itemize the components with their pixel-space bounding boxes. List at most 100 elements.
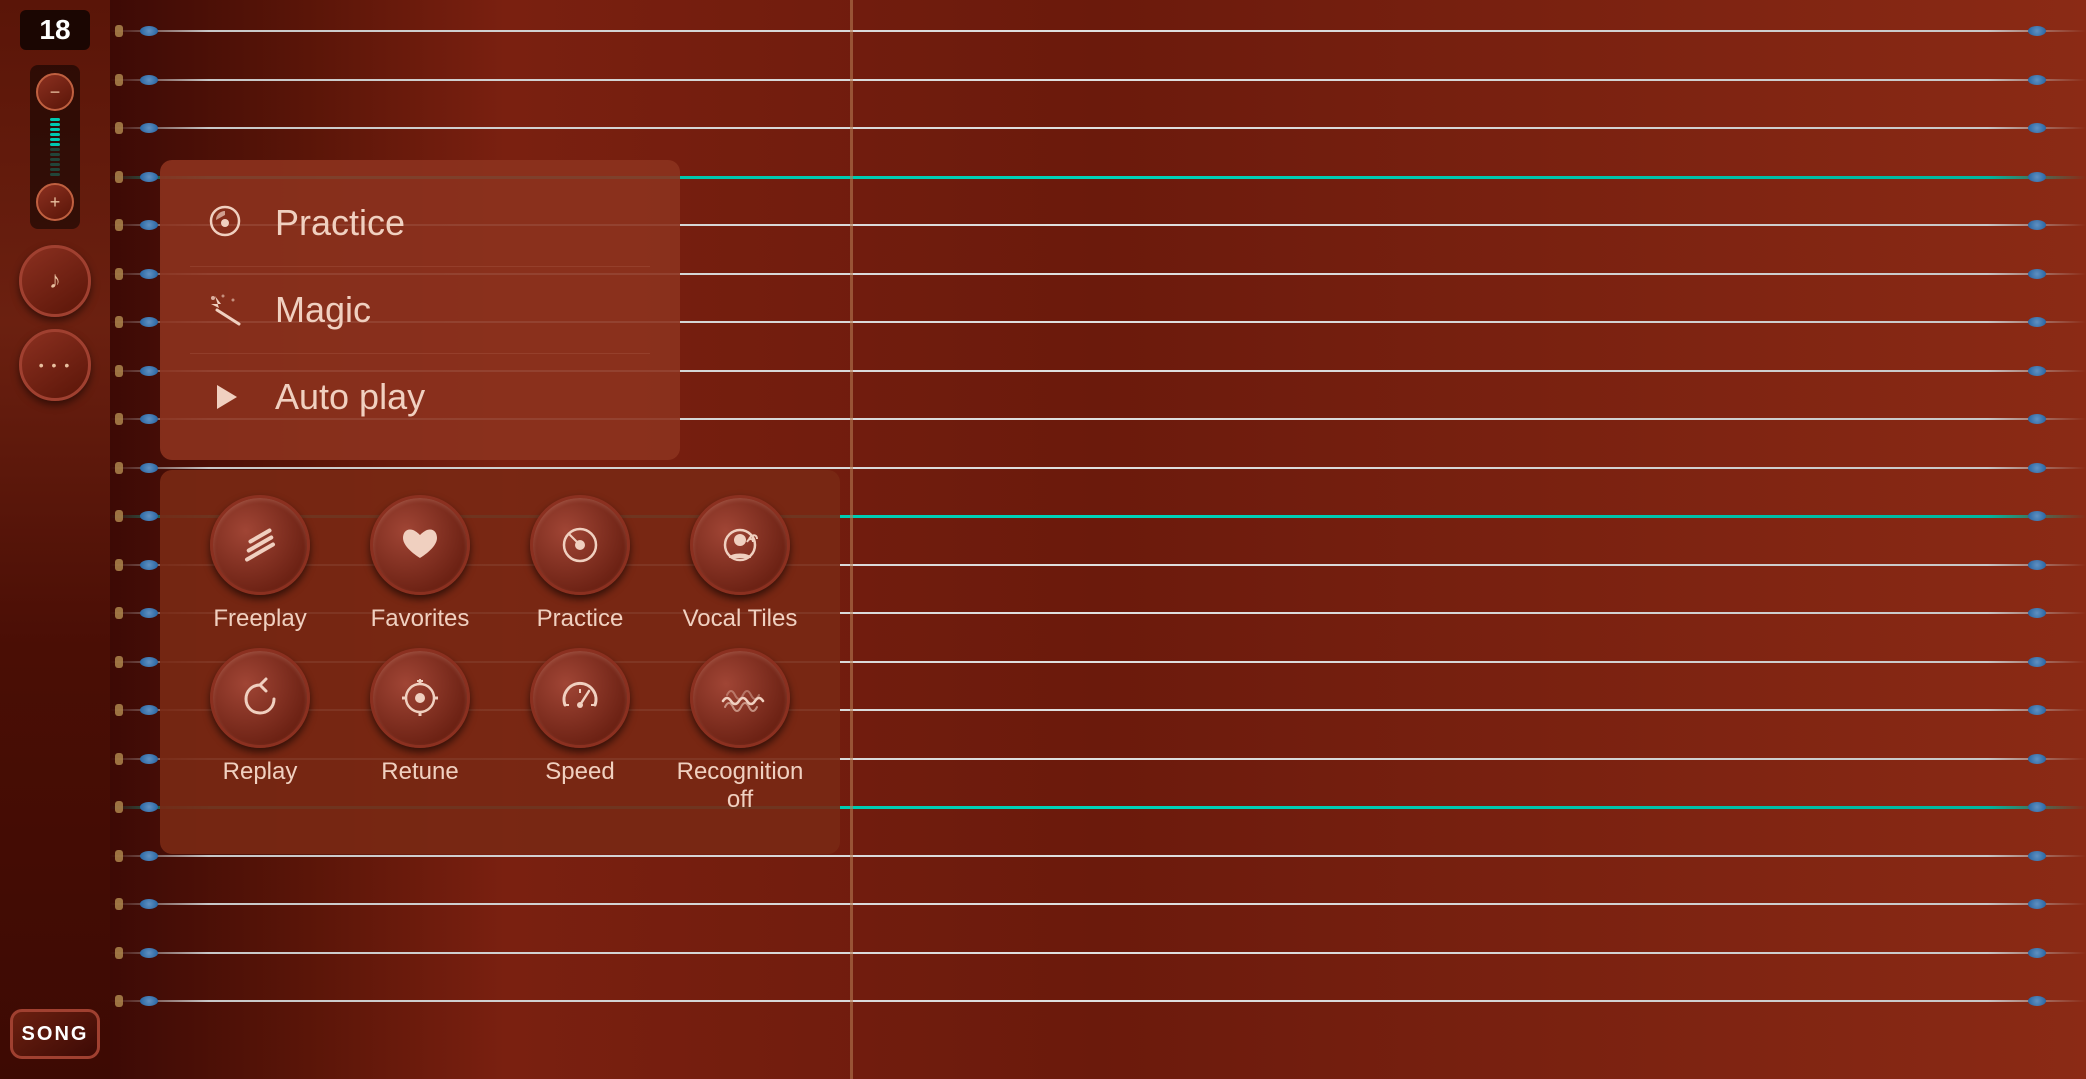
peg-left-11 <box>140 560 158 570</box>
peg-right-3 <box>2028 172 2046 182</box>
peg-right-10 <box>2028 511 2046 521</box>
favorites-button[interactable] <box>370 495 470 595</box>
peg-right-16 <box>2028 802 2046 812</box>
peg-right-2 <box>2028 123 2046 133</box>
music-icon: ♪ <box>49 267 61 295</box>
action-grid-panel: Freeplay Favorites <box>160 470 840 854</box>
peg-left-18 <box>140 899 158 909</box>
grid-item-speed[interactable]: Speed <box>510 648 650 814</box>
vol-bar-11 <box>50 168 60 171</box>
practice-icon <box>200 198 250 248</box>
peg-left-20 <box>140 996 158 1006</box>
peg-left-14 <box>140 705 158 715</box>
grid-item-practice[interactable]: Practice <box>510 495 650 633</box>
left-panel: 18 − + ♪ • • • SONG <box>0 0 110 1079</box>
volume-plus-button[interactable]: + <box>36 183 74 221</box>
peg-left-7 <box>140 366 158 376</box>
vertical-divider-1 <box>850 0 853 1079</box>
peg-left-2 <box>140 123 158 133</box>
peg-left-0 <box>140 26 158 36</box>
peg-left-5 <box>140 269 158 279</box>
bridge-marker-left-4 <box>115 219 123 231</box>
grid-item-recognition-off[interactable]: Recognition off <box>670 648 810 814</box>
peg-right-12 <box>2028 608 2046 618</box>
vol-bar-9 <box>50 158 60 161</box>
bridge-marker-left-9 <box>115 462 123 474</box>
string-0 <box>110 30 2086 32</box>
replay-button[interactable] <box>210 648 310 748</box>
practice-label: Practice <box>275 202 405 244</box>
string-20 <box>110 1000 2086 1002</box>
magic-icon <box>200 285 250 335</box>
song-button[interactable]: SONG <box>10 1009 100 1059</box>
more-icon: • • • <box>39 357 71 373</box>
grid-row-1: Freeplay Favorites <box>190 495 810 633</box>
peg-right-17 <box>2028 851 2046 861</box>
practice-button[interactable] <box>530 495 630 595</box>
magic-label: Magic <box>275 289 371 331</box>
peg-left-17 <box>140 851 158 861</box>
vol-bar-8 <box>50 153 60 156</box>
bridge-marker-left-8 <box>115 413 123 425</box>
mode-select-panel: Practice Magic Auto play <box>160 160 680 460</box>
string-18 <box>110 903 2086 905</box>
grid-item-vocal-tiles[interactable]: Vocal Tiles <box>670 495 810 633</box>
peg-left-3 <box>140 172 158 182</box>
music-button[interactable]: ♪ <box>19 245 91 317</box>
autoplay-label: Auto play <box>275 376 425 418</box>
practice-grid-label: Practice <box>537 605 624 633</box>
peg-right-20 <box>2028 996 2046 1006</box>
string-17 <box>110 855 2086 857</box>
volume-control: − + <box>30 65 80 229</box>
vol-bar-6 <box>50 143 60 146</box>
vol-bar-2 <box>50 123 60 126</box>
string-19 <box>110 952 2086 954</box>
vocal-tiles-button[interactable] <box>690 495 790 595</box>
bridge-marker-left-13 <box>115 656 123 668</box>
volume-level-display <box>50 114 60 180</box>
menu-item-magic[interactable]: Magic <box>190 267 650 354</box>
vol-bar-4 <box>50 133 60 136</box>
menu-item-practice[interactable]: Practice <box>190 180 650 267</box>
string-1 <box>110 79 2086 81</box>
vol-bar-10 <box>50 163 60 166</box>
autoplay-icon <box>200 372 250 422</box>
vocal-tiles-label: Vocal Tiles <box>683 605 798 633</box>
peg-left-13 <box>140 657 158 667</box>
menu-item-autoplay[interactable]: Auto play <box>190 354 650 440</box>
peg-right-14 <box>2028 705 2046 715</box>
retune-button[interactable] <box>370 648 470 748</box>
peg-left-12 <box>140 608 158 618</box>
grid-item-favorites[interactable]: Favorites <box>350 495 490 633</box>
bridge-marker-left-7 <box>115 365 123 377</box>
bridge-marker-left-1 <box>115 74 123 86</box>
bridge-marker-left-6 <box>115 316 123 328</box>
favorites-label: Favorites <box>371 605 470 633</box>
volume-minus-button[interactable]: − <box>36 73 74 111</box>
peg-right-13 <box>2028 657 2046 667</box>
speed-button[interactable] <box>530 648 630 748</box>
vol-bar-7 <box>50 148 60 151</box>
peg-left-15 <box>140 754 158 764</box>
peg-right-0 <box>2028 26 2046 36</box>
peg-right-15 <box>2028 754 2046 764</box>
peg-left-10 <box>140 511 158 521</box>
peg-right-9 <box>2028 463 2046 473</box>
grid-item-replay[interactable]: Replay <box>190 648 330 814</box>
peg-right-11 <box>2028 560 2046 570</box>
more-button[interactable]: • • • <box>19 329 91 401</box>
freeplay-button[interactable] <box>210 495 310 595</box>
grid-item-freeplay[interactable]: Freeplay <box>190 495 330 633</box>
counter-display: 18 <box>20 10 90 50</box>
vol-bar-3 <box>50 128 60 131</box>
grid-item-retune[interactable]: Retune <box>350 648 490 814</box>
peg-right-18 <box>2028 899 2046 909</box>
peg-right-4 <box>2028 220 2046 230</box>
bridge-marker-left-17 <box>115 850 123 862</box>
recognition-off-button[interactable] <box>690 648 790 748</box>
peg-right-19 <box>2028 948 2046 958</box>
string-2 <box>110 127 2086 129</box>
bridge-marker-left-2 <box>115 122 123 134</box>
peg-right-5 <box>2028 269 2046 279</box>
vol-bar-12 <box>50 173 60 176</box>
